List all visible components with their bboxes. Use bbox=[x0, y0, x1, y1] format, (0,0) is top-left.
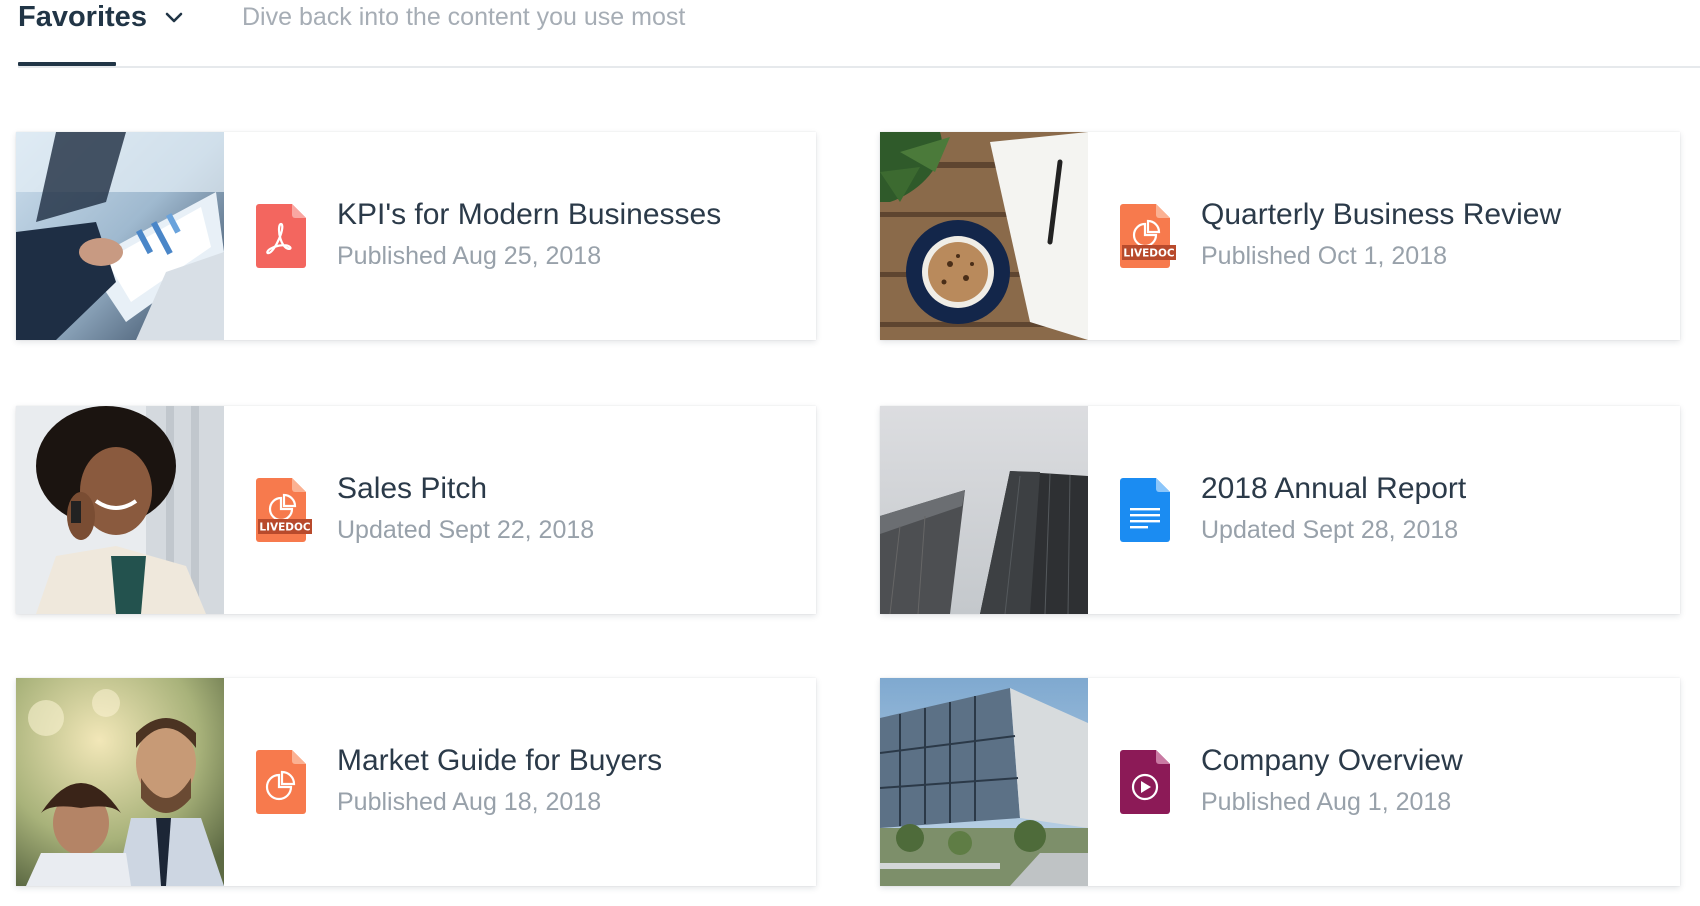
card-title: Quarterly Business Review bbox=[1201, 198, 1562, 231]
section-header: Favorites Dive back into the content you… bbox=[0, 0, 1700, 68]
card-title: Company Overview bbox=[1201, 744, 1463, 777]
card-thumbnail bbox=[16, 132, 224, 340]
woman-on-phone-image bbox=[16, 406, 224, 614]
card-date: Published Aug 25, 2018 bbox=[337, 242, 602, 270]
chevron-down-icon[interactable] bbox=[163, 6, 185, 28]
favorite-card-kpis[interactable]: KPI's for Modern Businesses Published Au… bbox=[16, 132, 816, 340]
favorite-card-market-guide[interactable]: Market Guide for Buyers Published Aug 18… bbox=[16, 678, 816, 886]
card-body: LIVEDOC Sales Pitch Updated Sept 22, 201… bbox=[224, 406, 816, 614]
card-body: Market Guide for Buyers Published Aug 18… bbox=[224, 678, 816, 886]
card-title: Market Guide for Buyers bbox=[337, 744, 663, 777]
video-file-icon bbox=[1120, 750, 1170, 814]
favorite-card-sales-pitch[interactable]: LIVEDOC Sales Pitch Updated Sept 22, 201… bbox=[16, 406, 816, 614]
tab-favorites[interactable]: Favorites bbox=[18, 0, 185, 34]
pdf-file-icon bbox=[256, 204, 306, 268]
livedoc-badge: LIVEDOC bbox=[259, 522, 311, 534]
favorite-card-annual-report[interactable]: 2018 Annual Report Updated Sept 28, 2018 bbox=[880, 406, 1680, 614]
coffee-notebook-image bbox=[880, 132, 1088, 340]
favorites-page: Favorites Dive back into the content you… bbox=[0, 0, 1700, 906]
active-tab-indicator bbox=[18, 62, 116, 66]
card-title: Sales Pitch bbox=[337, 472, 488, 505]
card-thumbnail bbox=[16, 406, 224, 614]
card-date: Updated Sept 28, 2018 bbox=[1201, 516, 1459, 544]
presentation-file-icon bbox=[256, 750, 306, 814]
favorite-card-company-overview[interactable]: Company Overview Published Aug 1, 2018 bbox=[880, 678, 1680, 886]
card-body: LIVEDOC Quarterly Business Review Publis… bbox=[1088, 132, 1680, 340]
card-body: 2018 Annual Report Updated Sept 28, 2018 bbox=[1088, 406, 1680, 614]
favorite-card-quarterly-review[interactable]: LIVEDOC Quarterly Business Review Publis… bbox=[880, 132, 1680, 340]
card-thumbnail bbox=[880, 406, 1088, 614]
card-thumbnail bbox=[880, 132, 1088, 340]
office-building-image bbox=[880, 678, 1088, 886]
two-people-image bbox=[16, 678, 224, 886]
card-title: 2018 Annual Report bbox=[1201, 472, 1467, 505]
card-date: Published Oct 1, 2018 bbox=[1201, 242, 1447, 270]
section-subtitle: Dive back into the content you use most bbox=[242, 2, 686, 31]
card-thumbnail bbox=[880, 678, 1088, 886]
card-date: Published Aug 1, 2018 bbox=[1201, 788, 1452, 816]
livedoc-file-icon: LIVEDOC bbox=[256, 478, 312, 542]
card-date: Updated Sept 22, 2018 bbox=[337, 516, 595, 544]
tab-favorites-label: Favorites bbox=[18, 0, 147, 33]
header-divider bbox=[18, 66, 1700, 68]
card-body: Company Overview Published Aug 1, 2018 bbox=[1088, 678, 1680, 886]
skyscrapers-image bbox=[880, 406, 1088, 614]
livedoc-badge: LIVEDOC bbox=[1123, 248, 1175, 260]
card-thumbnail bbox=[16, 678, 224, 886]
card-body: KPI's for Modern Businesses Published Au… bbox=[224, 132, 816, 340]
card-date: Published Aug 18, 2018 bbox=[337, 788, 602, 816]
livedoc-file-icon: LIVEDOC bbox=[1120, 204, 1176, 268]
business-tablet-image bbox=[16, 132, 224, 340]
card-title: KPI's for Modern Businesses bbox=[337, 198, 722, 231]
document-file-icon bbox=[1120, 478, 1170, 542]
